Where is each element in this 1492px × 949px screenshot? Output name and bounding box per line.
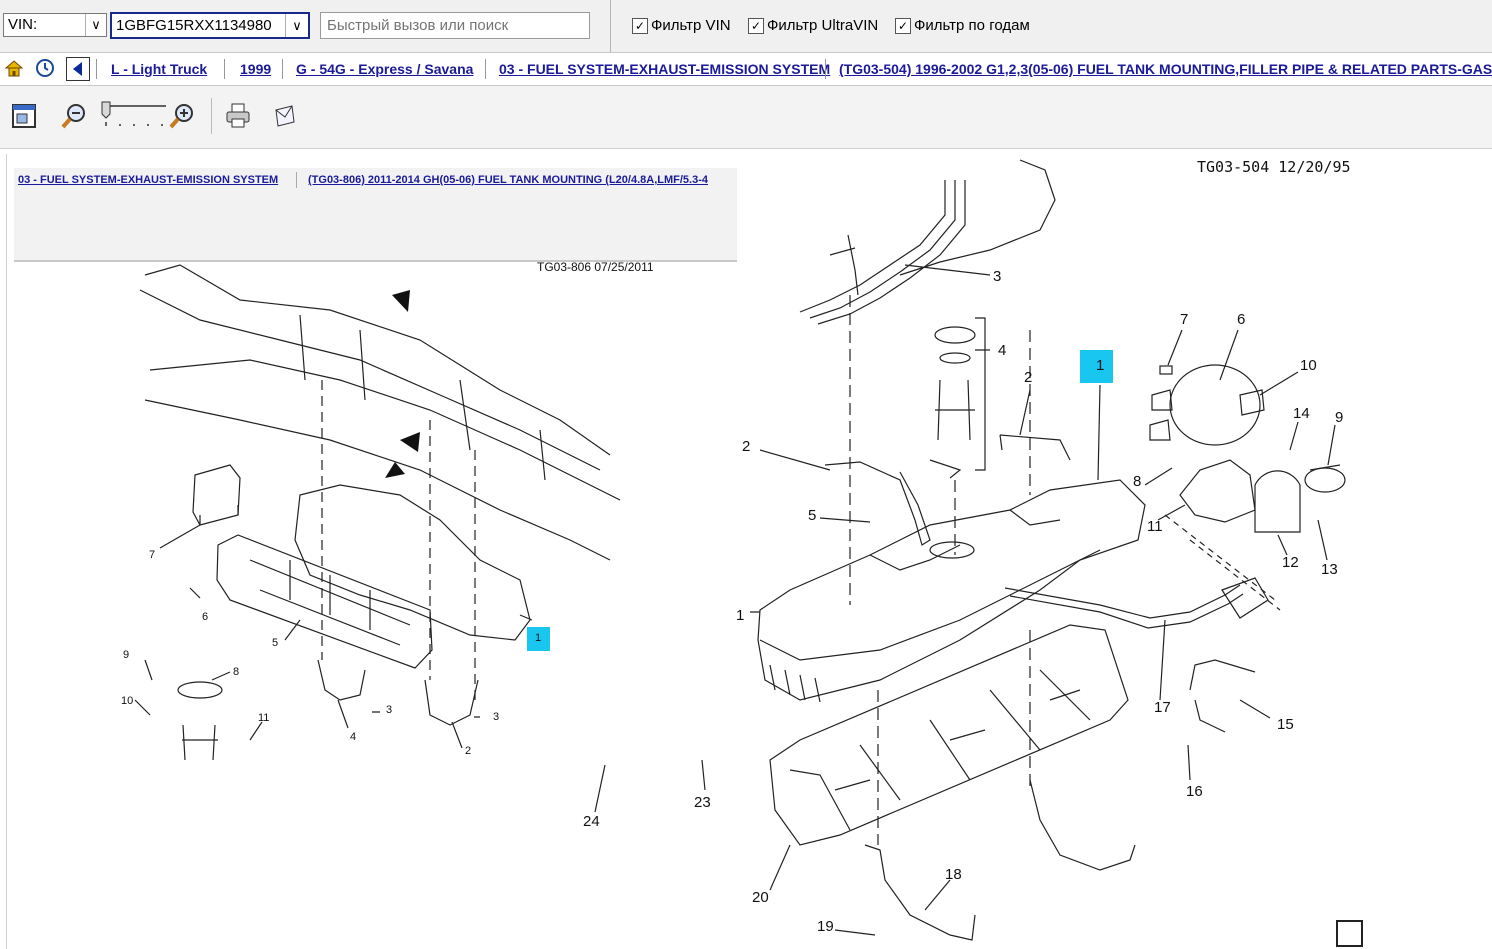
callout-label[interactable]: 4 (998, 342, 1006, 359)
callout-label[interactable]: 9 (123, 649, 129, 661)
breadcrumb-separator (296, 172, 297, 188)
callout-label[interactable]: 8 (233, 666, 239, 678)
callout-label[interactable]: 23 (694, 794, 711, 811)
callout-label[interactable]: 11 (258, 712, 269, 724)
callout-label[interactable]: 3 (993, 268, 1001, 285)
fuel-pump-icon (1336, 920, 1363, 947)
inner-breadcrumb-illustration[interactable]: (TG03-806) 2011-2014 GH(05-06) FUEL TANK… (308, 174, 708, 186)
callout-label[interactable]: 11 (1147, 518, 1163, 535)
diagram-artwork (134, 159, 1363, 947)
callout-label[interactable]: 2 (465, 745, 471, 757)
callout-label[interactable]: 1 (1096, 357, 1104, 374)
inner-breadcrumb-frame: 03 - FUEL SYSTEM-EXHAUST-EMISSION SYSTEM… (14, 168, 737, 262)
callout-label[interactable]: 7 (1180, 311, 1188, 328)
callout-label[interactable]: 1 (535, 632, 541, 644)
callout-label[interactable]: 13 (1321, 561, 1338, 578)
callout-label[interactable]: 10 (1300, 357, 1317, 374)
callout-label[interactable]: 5 (808, 507, 816, 524)
callout-label[interactable]: 2 (742, 438, 750, 455)
callout-label[interactable]: 18 (945, 866, 962, 883)
callout-label[interactable]: 24 (583, 813, 600, 830)
arrow-icon (400, 432, 420, 452)
arrow-icon (392, 290, 410, 312)
callout-label[interactable]: 3 (386, 704, 392, 716)
callout-label[interactable]: 8 (1133, 473, 1141, 490)
inner-breadcrumb-group[interactable]: 03 - FUEL SYSTEM-EXHAUST-EMISSION SYSTEM (18, 174, 278, 186)
callout-label[interactable]: 10 (121, 695, 133, 707)
callout-label[interactable]: 19 (817, 918, 834, 935)
callout-label[interactable]: 5 (272, 637, 278, 649)
callout-label[interactable]: 1 (736, 607, 744, 624)
callout-label[interactable]: 6 (1237, 311, 1245, 328)
callout-label[interactable]: 14 (1293, 405, 1310, 422)
callout-label[interactable]: 2 (1024, 369, 1032, 386)
diagram-code-left: TG03-806 07/25/2011 (537, 260, 654, 274)
callout-label[interactable]: 15 (1277, 716, 1294, 733)
callout-label[interactable]: 12 (1282, 554, 1299, 571)
callout-label[interactable]: 9 (1335, 409, 1343, 426)
callout-label[interactable]: 3 (493, 711, 499, 723)
callout-label[interactable]: 7 (149, 549, 155, 561)
callout-label[interactable]: 6 (202, 611, 208, 623)
callout-label[interactable]: 16 (1186, 783, 1203, 800)
callout-label[interactable]: 20 (752, 889, 769, 906)
diagram-code-right: TG03-504 12/20/95 (1197, 158, 1351, 176)
callout-label[interactable]: 4 (350, 731, 356, 743)
callout-label[interactable]: 17 (1154, 699, 1171, 716)
